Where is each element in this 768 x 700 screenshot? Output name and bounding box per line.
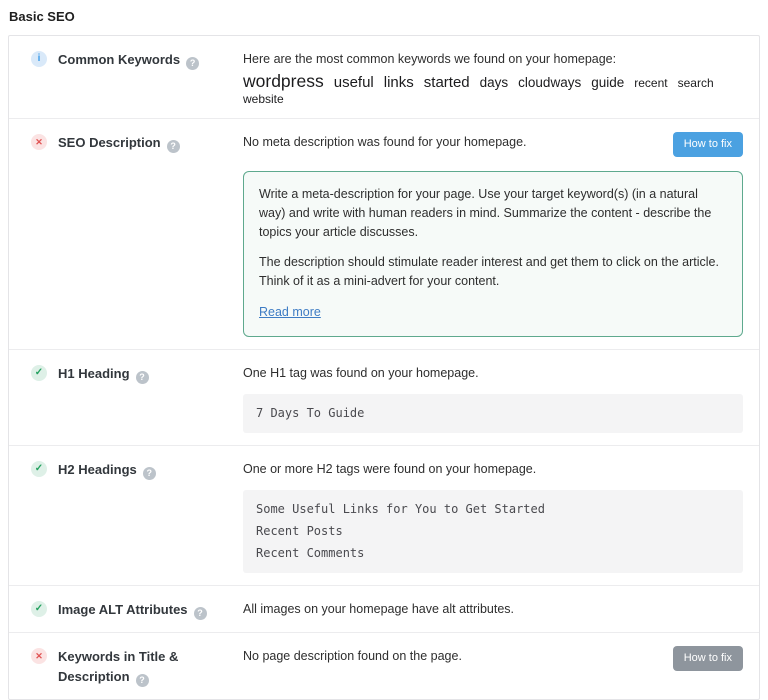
check-result-common-keywords: Here are the most common keywords we fou… bbox=[243, 49, 743, 106]
check-left-seo-description: ✕ SEO Description? bbox=[31, 132, 243, 153]
code-line: Recent Comments bbox=[256, 543, 730, 565]
check-result-keywords-title: No page description found on the page. H… bbox=[243, 646, 743, 671]
check-result-h2-headings: One or more H2 tags were found on your h… bbox=[243, 459, 743, 573]
check-message: No page description found on the page. bbox=[243, 646, 462, 665]
message-and-action: No page description found on the page. H… bbox=[243, 646, 743, 671]
code-line: Recent Posts bbox=[256, 521, 730, 543]
advice-paragraph: The description should stimulate reader … bbox=[259, 253, 727, 291]
check-message: One or more H2 tags were found on your h… bbox=[243, 459, 743, 478]
help-icon[interactable]: ? bbox=[143, 467, 156, 480]
check-label-text: Image ALT Attributes bbox=[58, 602, 188, 617]
check-left-h1-heading: ✓ H1 Heading? bbox=[31, 363, 243, 384]
check-label-keywords-title: Keywords in Title & Description? bbox=[58, 647, 216, 687]
keyword: days bbox=[480, 75, 509, 90]
how-to-fix-button[interactable]: How to fix bbox=[673, 646, 743, 671]
help-icon[interactable]: ? bbox=[167, 140, 180, 153]
h1-tags-code-box: 7 Days To Guide bbox=[243, 394, 743, 434]
check-left-h2-headings: ✓ H2 Headings? bbox=[31, 459, 243, 480]
row-keywords-title-description: ✕ Keywords in Title & Description? No pa… bbox=[9, 633, 759, 699]
help-icon[interactable]: ? bbox=[194, 607, 207, 620]
page-title: Basic SEO bbox=[0, 0, 768, 26]
keyword: useful bbox=[334, 74, 374, 91]
check-label-text: Common Keywords bbox=[58, 52, 180, 67]
check-icon: ✓ bbox=[31, 461, 47, 477]
info-icon: i bbox=[31, 51, 47, 67]
check-label-text: Keywords in Title & Description bbox=[58, 649, 178, 684]
help-icon[interactable]: ? bbox=[136, 674, 149, 687]
basic-seo-panel: i Common Keywords? Here are the most com… bbox=[8, 35, 760, 700]
check-label-image-alt: Image ALT Attributes? bbox=[58, 600, 207, 620]
help-icon[interactable]: ? bbox=[186, 57, 199, 70]
check-icon: ✓ bbox=[31, 601, 47, 617]
h2-tags-code-box: Some Useful Links for You to Get Started… bbox=[243, 490, 743, 573]
keyword: recent bbox=[634, 76, 667, 90]
row-h1-heading: ✓ H1 Heading? One H1 tag was found on yo… bbox=[9, 350, 759, 447]
check-message: No meta description was found for your h… bbox=[243, 132, 527, 151]
check-result-seo-description: No meta description was found for your h… bbox=[243, 132, 743, 337]
keyword: links bbox=[384, 74, 414, 91]
check-left-image-alt: ✓ Image ALT Attributes? bbox=[31, 599, 243, 620]
error-icon: ✕ bbox=[31, 134, 47, 150]
advice-paragraph: Write a meta-description for your page. … bbox=[259, 185, 727, 241]
keyword: cloudways bbox=[518, 75, 581, 90]
keyword: wordpress bbox=[243, 71, 324, 92]
keyword-cloud: wordpress useful links started days clou… bbox=[243, 71, 743, 106]
check-message: All images on your homepage have alt att… bbox=[243, 599, 743, 618]
advice-box: Write a meta-description for your page. … bbox=[243, 171, 743, 337]
check-left-common-keywords: i Common Keywords? bbox=[31, 49, 243, 70]
check-label-text: H2 Headings bbox=[58, 462, 137, 477]
code-line: 7 Days To Guide bbox=[256, 403, 730, 425]
error-icon: ✕ bbox=[31, 648, 47, 664]
check-icon: ✓ bbox=[31, 365, 47, 381]
message-and-action: No meta description was found for your h… bbox=[243, 132, 743, 157]
keyword: search bbox=[678, 76, 714, 90]
how-to-fix-button[interactable]: How to fix bbox=[673, 132, 743, 157]
check-label-h1-heading: H1 Heading? bbox=[58, 364, 149, 384]
check-result-h1-heading: One H1 tag was found on your homepage. 7… bbox=[243, 363, 743, 434]
keyword: guide bbox=[591, 75, 624, 90]
check-label-seo-description: SEO Description? bbox=[58, 133, 180, 153]
check-message: One H1 tag was found on your homepage. bbox=[243, 363, 743, 382]
row-image-alt-attributes: ✓ Image ALT Attributes? All images on yo… bbox=[9, 586, 759, 633]
check-message: Here are the most common keywords we fou… bbox=[243, 49, 743, 68]
check-label-common-keywords: Common Keywords? bbox=[58, 50, 199, 70]
keyword: started bbox=[424, 74, 470, 91]
row-common-keywords: i Common Keywords? Here are the most com… bbox=[9, 36, 759, 119]
help-icon[interactable]: ? bbox=[136, 371, 149, 384]
code-line: Some Useful Links for You to Get Started bbox=[256, 499, 730, 521]
check-label-text: H1 Heading bbox=[58, 366, 130, 381]
check-label-h2-headings: H2 Headings? bbox=[58, 460, 156, 480]
row-seo-description: ✕ SEO Description? No meta description w… bbox=[9, 119, 759, 350]
keyword: website bbox=[243, 92, 284, 106]
check-left-keywords-title: ✕ Keywords in Title & Description? bbox=[31, 646, 243, 687]
check-result-image-alt: All images on your homepage have alt att… bbox=[243, 599, 743, 618]
read-more-link[interactable]: Read more bbox=[259, 305, 321, 319]
row-h2-headings: ✓ H2 Headings? One or more H2 tags were … bbox=[9, 446, 759, 586]
check-label-text: SEO Description bbox=[58, 135, 161, 150]
